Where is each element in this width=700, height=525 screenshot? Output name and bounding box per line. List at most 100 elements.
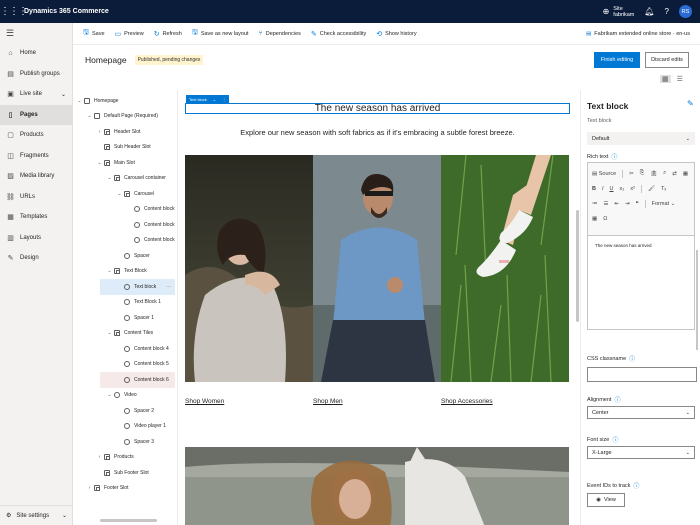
nav-item-home[interactable]: ⌂ Home — [0, 43, 72, 64]
nav-item-design[interactable]: ✎ Design — [0, 248, 72, 269]
italic-icon[interactable]: I — [602, 186, 604, 192]
source-button[interactable]: ▤ Source — [592, 171, 616, 177]
chevron-right-icon[interactable]: › — [86, 485, 93, 491]
check-accessibility-button[interactable]: ✎ Check accessibility — [311, 30, 366, 38]
tree-item[interactable]: ⌄ Content Tiles — [106, 326, 153, 342]
table-icon[interactable]: ▦ — [592, 216, 597, 222]
tree-item[interactable]: Content block — [126, 217, 175, 233]
chevron-down-icon[interactable]: ⌄ — [106, 330, 113, 336]
discard-edits-button[interactable]: Discard edits — [645, 52, 689, 68]
grid-view-icon[interactable]: ▦ — [660, 75, 671, 83]
paste-icon[interactable]: 📋︎ — [650, 171, 657, 177]
replace-icon[interactable]: ⇄ — [672, 171, 677, 177]
tree-item[interactable]: Text block ··· — [116, 279, 171, 295]
properties-scrollbar[interactable] — [696, 250, 698, 350]
list-bulleted-icon[interactable]: ☰ — [604, 201, 609, 207]
nav-item-publish-groups[interactable]: ▤ Publish groups — [0, 64, 72, 85]
show-history-button[interactable]: ⟲ Show history — [376, 30, 416, 38]
bell-icon[interactable]: 🔔︎ — [644, 7, 654, 16]
rich-text-content[interactable]: The new season has arrived — [588, 236, 694, 255]
chevron-down-icon[interactable]: ⌄ — [106, 268, 113, 274]
tree-item[interactable]: ⌄ Text Block — [106, 264, 147, 280]
tree-item[interactable]: ⌄ Carousel — [116, 186, 154, 202]
info-icon[interactable]: ⓘ — [629, 354, 635, 363]
info-icon[interactable]: ⓘ — [611, 152, 617, 161]
module-chip[interactable]: Text block ⌄ ⋮ — [186, 95, 230, 103]
tree-item[interactable]: Video player 1 — [116, 419, 166, 435]
font-size-dropdown[interactable]: X-Large ⌄ — [587, 446, 695, 459]
tree-item[interactable]: Content block 4 — [116, 341, 169, 357]
site-switcher[interactable]: ⊕ Site fabrikam — [603, 6, 635, 18]
chevron-down-icon[interactable]: ⌄ — [96, 160, 103, 166]
chevron-right-icon[interactable]: › — [96, 129, 103, 135]
nav-item-media-library[interactable]: ▨ Media library — [0, 166, 72, 187]
nav-item-templates[interactable]: ▦ Templates — [0, 207, 72, 228]
help-icon[interactable]: ? — [665, 7, 669, 16]
tree-item[interactable]: ⌄ Default Page (Required) — [86, 109, 158, 125]
tree-item[interactable]: Content block 6 — [116, 372, 169, 388]
tree-item[interactable]: ⌄ Video — [106, 388, 137, 404]
cut-icon[interactable]: ✂ — [629, 171, 634, 177]
tree-item[interactable]: › Footer Slot — [86, 481, 128, 497]
avatar[interactable]: RS — [679, 5, 692, 18]
tree-item[interactable]: ⌄ Carousel container — [106, 171, 166, 187]
nav-item-fragments[interactable]: ◫ Fragments — [0, 146, 72, 167]
chevron-right-icon[interactable]: › — [96, 454, 103, 460]
tree-scrollbar[interactable] — [100, 519, 157, 522]
info-icon[interactable]: ⓘ — [614, 395, 620, 404]
refresh-button[interactable]: ↻ Refresh — [154, 30, 182, 38]
chevron-down-icon[interactable]: ⌄ — [106, 175, 113, 181]
pencil-icon[interactable]: ✎ — [687, 99, 694, 108]
indent-icon[interactable]: ⇥ — [625, 201, 630, 207]
tree-item[interactable]: Content block 5 — [116, 357, 169, 373]
chevron-down-icon[interactable]: ⌄ — [86, 113, 93, 119]
tree-item[interactable]: Sub Footer Slot — [96, 465, 149, 481]
nav-item-layouts[interactable]: ▥ Layouts — [0, 228, 72, 249]
quote-icon[interactable]: ❝ — [636, 201, 639, 207]
shop-women-link[interactable]: Shop Women — [185, 398, 224, 405]
save-button[interactable]: 🖫︎ Save — [83, 28, 105, 39]
site-settings[interactable]: ⚙ Site settings ⌄ — [0, 505, 73, 525]
chevron-down-icon[interactable]: ⌄ — [76, 98, 83, 104]
dependencies-button[interactable]: ⑂ Dependencies — [259, 30, 301, 37]
tree-item[interactable]: › Products — [96, 450, 134, 466]
shop-accessories-link[interactable]: Shop Accessories — [441, 398, 493, 405]
chevron-down-icon[interactable]: ⌄ — [116, 191, 123, 197]
css-classname-input[interactable] — [587, 367, 697, 382]
omega-icon[interactable]: Ω — [603, 216, 607, 222]
chevron-down-icon[interactable]: ⌄ — [106, 392, 113, 398]
list-numbered-icon[interactable]: ≔ — [592, 201, 598, 207]
more-icon[interactable]: ··· — [166, 284, 171, 290]
tree-item[interactable]: Content block — [126, 202, 175, 218]
copy-icon[interactable]: ⎘ — [640, 170, 644, 177]
info-icon[interactable]: ⓘ — [633, 481, 639, 490]
brush-icon[interactable]: 🖌︎ — [648, 186, 655, 192]
hamburger-icon[interactable]: ☰ — [0, 23, 72, 43]
info-icon[interactable]: ⓘ — [612, 435, 618, 444]
rich-text-editor[interactable]: ▤ Source ✂ ⎘ 📋︎ ⌕ ⇄ ▦ B I U x₂ x² 🖌︎ Tₓ — [587, 162, 695, 330]
bold-icon[interactable]: B — [592, 186, 596, 192]
finish-editing-button[interactable]: Finish editing — [594, 52, 640, 68]
tree-item[interactable]: ⌄ Homepage — [76, 93, 118, 109]
list-view-icon[interactable]: ☰ — [677, 75, 683, 83]
tree-item[interactable]: › Header Slot — [96, 124, 140, 140]
variant-dropdown[interactable]: Default ⌄ — [587, 132, 695, 145]
view-button[interactable]: ◉ View — [587, 493, 625, 507]
tree-item[interactable]: ⌄ Main Slot — [96, 155, 135, 171]
tree-item[interactable]: Spacer 2 — [116, 403, 154, 419]
find-icon[interactable]: ⌕ — [663, 170, 666, 177]
select-all-icon[interactable]: ▦ — [683, 171, 688, 177]
app-launcher-icon[interactable]: ⋮⋮⋮ — [0, 6, 28, 17]
nav-item-products[interactable]: ▢ Products — [0, 125, 72, 146]
tree-item[interactable]: Spacer — [116, 248, 150, 264]
nav-item-live-site[interactable]: ▣ Live site ⌄ — [0, 84, 72, 105]
subscript-icon[interactable]: x₂ — [620, 186, 625, 192]
format-dropdown[interactable]: Format ⌄ — [652, 201, 676, 207]
preview-button[interactable]: ▭ Preview — [115, 30, 144, 38]
tree-item[interactable]: Spacer 3 — [116, 434, 154, 450]
underline-icon[interactable]: U — [610, 186, 614, 192]
headline-text[interactable]: The new season has arrived — [185, 103, 570, 114]
shop-men-link[interactable]: Shop Men — [313, 398, 343, 405]
superscript-icon[interactable]: x² — [630, 186, 635, 192]
store-selector[interactable]: ▤ Fabrikam extended online store · en-us — [586, 31, 690, 37]
